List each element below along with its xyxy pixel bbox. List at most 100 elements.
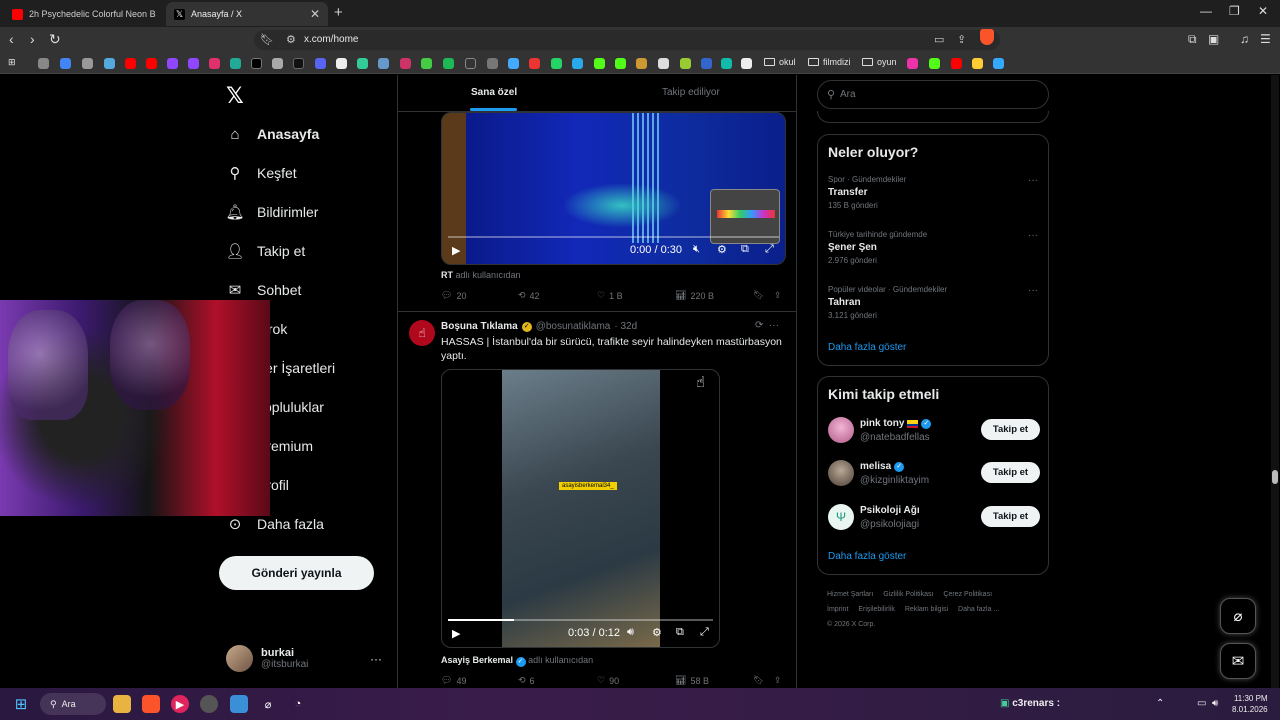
account-switcher[interactable]: burkai @itsburkai xyxy=(226,645,308,672)
bookmark-icon[interactable] xyxy=(487,58,498,69)
post-video[interactable]: asayisberkemal34_ ▶ 0:03 / 0:12 🔊︎ ⚙ ⧉ ⤢ xyxy=(441,369,720,648)
trends-show-more[interactable]: Daha fazla göster xyxy=(828,342,906,353)
nav-more[interactable]: ⊙ Daha fazla xyxy=(226,515,324,533)
post-video[interactable]: ▶ 0:00 / 0:30 🔇︎ ⚙ ⧉ ⤢ xyxy=(441,112,786,265)
bookmark-icon[interactable] xyxy=(209,58,220,69)
views-button[interactable]: 📊︎ 58 B xyxy=(675,675,709,686)
taskbar-search[interactable]: ⚲ Ara xyxy=(40,693,106,715)
repost-button[interactable]: ⟲ 42 xyxy=(518,290,540,301)
more-icon[interactable]: ··· xyxy=(370,652,382,666)
credit-user[interactable]: Asayiş Berkemal xyxy=(441,655,513,665)
bookmark-icon[interactable] xyxy=(993,58,1004,69)
trend-item[interactable]: Türkiye tarihinde gündemde Şener Şen 2.9… xyxy=(828,230,1038,265)
site-info-icon[interactable]: ⚙︎ xyxy=(286,33,296,46)
taskbar-clock[interactable]: 11:30 PM 8.01.2026 xyxy=(1232,693,1268,715)
bookmark-folder-oyun[interactable]: oyun xyxy=(862,57,897,67)
follow-show-more[interactable]: Daha fazla göster xyxy=(828,551,906,562)
tray-chevron-icon[interactable]: ⌃ xyxy=(1156,698,1164,709)
more-icon[interactable]: ··· xyxy=(1028,175,1038,186)
follow-button[interactable]: Takip et xyxy=(981,462,1040,483)
url-text[interactable]: x.com/home xyxy=(304,34,358,45)
media-icon[interactable]: ♫ xyxy=(1240,32,1249,46)
footer-link[interactable]: Çerez Politikası xyxy=(943,591,992,598)
settings-icon[interactable]: ⚙ xyxy=(717,243,727,256)
like-button[interactable]: ♡ 1 B xyxy=(597,290,623,301)
nav-follow[interactable]: 👤︎ Takip et xyxy=(225,242,305,260)
more-icon[interactable]: ··· xyxy=(1028,230,1038,241)
follow-suggestion[interactable]: Ψ Psikoloji Ağı @psikolojiagi Takip et xyxy=(828,504,1040,532)
trend-item[interactable]: Popüler videolar · Gündemdekiler Tahran … xyxy=(828,285,1038,320)
bookmark-page-icon[interactable]: 🔖︎ xyxy=(260,33,274,46)
video-progress-bar[interactable] xyxy=(448,236,779,238)
back-icon[interactable]: ‹ xyxy=(9,31,14,47)
avatar[interactable] xyxy=(828,417,854,443)
bookmark-icon[interactable] xyxy=(400,58,411,69)
address-bar[interactable]: 🔖︎ ⚙︎ x.com/home ▭ ⇪ xyxy=(254,30,1000,50)
footer-link[interactable]: Daha fazla ... xyxy=(958,606,999,613)
forward-icon[interactable]: › xyxy=(30,31,35,47)
windows-start-icon[interactable]: ⊞ xyxy=(12,695,30,713)
reply-button[interactable]: 💬︎ 20 xyxy=(441,290,466,301)
pip-icon[interactable]: ⧉ xyxy=(741,243,749,256)
bookmark-icon[interactable] xyxy=(272,58,283,69)
play-icon[interactable]: ▶ xyxy=(452,244,460,257)
maximize-icon[interactable]: ❐ xyxy=(1229,4,1240,18)
more-icon[interactable]: ··· xyxy=(1028,285,1038,296)
post-author-handle[interactable]: @bosunatiklama xyxy=(536,321,611,332)
bookmark-icon[interactable] xyxy=(680,58,691,69)
share-button[interactable]: ⇪ xyxy=(774,675,782,686)
bookmark-icon[interactable] xyxy=(572,58,583,69)
post-age[interactable]: · 32d xyxy=(614,321,637,332)
follow-button[interactable]: Takip et xyxy=(981,419,1040,440)
app-icon[interactable]: ⌀ xyxy=(259,695,277,713)
bookmark-icon[interactable] xyxy=(104,58,115,69)
bookmark-icon[interactable] xyxy=(251,58,262,69)
app-icon[interactable] xyxy=(200,695,218,713)
fullscreen-icon[interactable]: ⤢ xyxy=(700,626,709,639)
bookmark-icon[interactable] xyxy=(336,58,347,69)
share-button[interactable]: ⇪ xyxy=(774,290,782,301)
bookmark-icon[interactable] xyxy=(636,58,647,69)
brave-browser-icon[interactable] xyxy=(142,695,160,713)
bookmark-icon[interactable] xyxy=(529,58,540,69)
footer-link[interactable]: Hizmet Şartları xyxy=(827,591,873,598)
bookmark-icon[interactable] xyxy=(82,58,93,69)
bookmark-icon[interactable] xyxy=(972,58,983,69)
footer-link[interactable]: Gizlilik Politikası xyxy=(883,591,933,598)
page-scrollbar[interactable] xyxy=(1271,75,1279,688)
bookmark-icon[interactable] xyxy=(951,58,962,69)
bookmark-icon[interactable] xyxy=(357,58,368,69)
bookmark-icon[interactable] xyxy=(378,58,389,69)
bookmark-icon[interactable] xyxy=(465,58,476,69)
tab-for-you[interactable]: Sana özel xyxy=(471,87,517,98)
bookmark-folder-okul[interactable]: okul xyxy=(764,57,796,67)
mute-icon[interactable]: 🔇︎ xyxy=(693,243,700,256)
bookmark-icon[interactable] xyxy=(551,58,562,69)
bookmark-button[interactable]: 🔖︎ xyxy=(753,675,764,686)
taskbar-user-label[interactable]: ▣ c3renars : xyxy=(1000,698,1060,709)
bookmark-icon[interactable] xyxy=(167,58,178,69)
apps-icon[interactable]: ⊞ xyxy=(8,57,16,68)
bookmark-icon[interactable] xyxy=(38,58,49,69)
settings-icon[interactable]: ⚙ xyxy=(652,626,662,639)
nav-notifications[interactable]: 🔔︎ Bildirimler xyxy=(225,203,318,221)
nav-home[interactable]: ⌂ Anasayfa xyxy=(226,125,319,143)
follow-suggestion[interactable]: melisa ✓ @kizginliktayim Takip et xyxy=(828,460,1040,488)
footer-link[interactable]: Erişilebilirlik xyxy=(858,606,895,613)
reply-button[interactable]: 💬︎ 49 xyxy=(441,675,466,686)
tab-following[interactable]: Takip ediliyor xyxy=(662,87,720,98)
brave-shields-icon[interactable] xyxy=(980,29,994,45)
video-progress-bar[interactable] xyxy=(448,619,713,621)
extensions-icon[interactable]: ⧉ xyxy=(1188,32,1197,47)
post-button[interactable]: Gönderi yayınla xyxy=(219,556,374,590)
follow-button[interactable]: Takip et xyxy=(981,506,1040,527)
post-menu[interactable]: ⟳ ··· xyxy=(755,320,779,331)
bookmark-icon[interactable] xyxy=(146,58,157,69)
bookmark-icon[interactable] xyxy=(60,58,71,69)
bookmark-icon[interactable] xyxy=(615,58,626,69)
bookmark-icon[interactable] xyxy=(907,58,918,69)
close-window-icon[interactable]: ✕ xyxy=(1258,4,1268,18)
bookmark-icon[interactable] xyxy=(315,58,326,69)
footer-link[interactable]: Reklam bilgisi xyxy=(905,606,948,613)
footer-link[interactable]: İmprint xyxy=(827,606,848,613)
